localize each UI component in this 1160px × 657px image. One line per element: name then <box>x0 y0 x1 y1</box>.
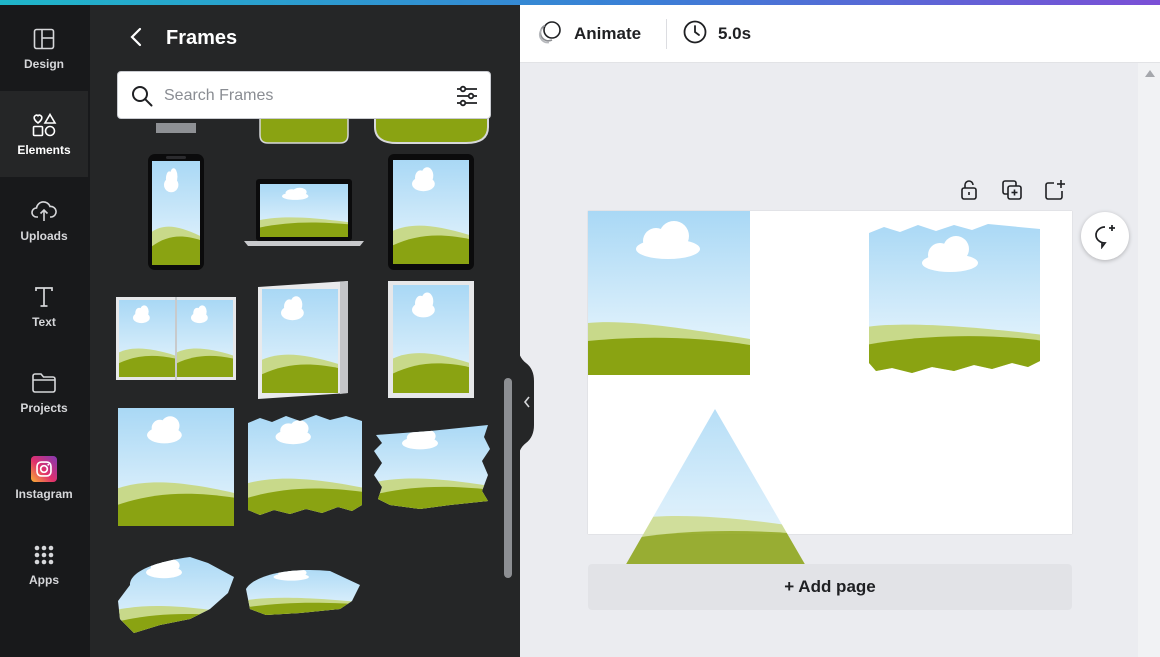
rail-item-label: Elements <box>17 142 71 157</box>
rail-item-elements[interactable]: Elements <box>0 91 88 177</box>
scroll-up-arrow-icon[interactable] <box>1145 70 1155 77</box>
panel-scrollbar[interactable] <box>504 378 512 578</box>
rail-item-uploads[interactable]: Uploads <box>0 177 88 263</box>
animate-label: Animate <box>574 24 642 43</box>
search-input[interactable] <box>164 83 444 109</box>
search-icon <box>131 85 153 112</box>
duration-label: 5.0s <box>718 24 752 43</box>
frame-laptop[interactable] <box>244 179 364 246</box>
duration-button[interactable]: 5.0s <box>682 19 751 49</box>
frame-tall-book[interactable] <box>388 281 474 398</box>
rail-item-instagram[interactable]: Instagram <box>0 435 88 521</box>
folder-icon <box>31 370 57 396</box>
frame-open-book[interactable] <box>116 297 236 380</box>
layout-icon <box>31 26 57 52</box>
placed-frame-triangle[interactable] <box>618 407 814 575</box>
rail-item-label: Text <box>32 314 56 329</box>
editor-toolbar: Animate 5.0s <box>520 5 1160 63</box>
animate-icon <box>538 20 564 49</box>
apps-grid-icon <box>31 542 57 568</box>
rail-item-text[interactable]: Text <box>0 263 88 349</box>
placed-frame-rectangle[interactable] <box>588 211 750 375</box>
frame-phone[interactable] <box>148 154 204 270</box>
rail-item-projects[interactable]: Projects <box>0 349 88 435</box>
frame-square[interactable] <box>118 408 234 526</box>
shapes-icon <box>31 112 57 138</box>
frame-paint-splash[interactable] <box>116 553 236 637</box>
frame-rounded-partial[interactable] <box>259 114 349 144</box>
duplicate-icon <box>1002 180 1022 200</box>
frame-brush-swirl[interactable] <box>244 565 362 617</box>
add-page-icon <box>1045 180 1065 200</box>
side-rail: Design Elements Uploads Text Projects In… <box>0 5 90 657</box>
comment-plus-icon <box>1095 225 1115 249</box>
page-content <box>588 211 1044 573</box>
cloud-upload-icon <box>31 198 57 224</box>
frame-brush-stroke[interactable] <box>372 423 492 511</box>
rail-item-label: Projects <box>20 400 68 415</box>
lock-icon <box>961 180 977 200</box>
add-page-above-button[interactable] <box>1043 178 1067 202</box>
frame-tablet[interactable] <box>388 154 474 270</box>
rail-item-design[interactable]: Design <box>0 5 88 91</box>
rail-item-apps[interactable]: Apps <box>0 521 88 607</box>
clock-icon <box>682 19 708 50</box>
instagram-icon <box>31 455 57 482</box>
add-comment-button[interactable] <box>1081 212 1129 260</box>
text-icon <box>31 284 57 310</box>
rail-item-label: Instagram <box>15 486 73 501</box>
frame-monitor-partial[interactable] <box>156 123 196 133</box>
toolbar-divider <box>666 19 667 49</box>
design-page[interactable] <box>588 211 1072 573</box>
placed-frame-torn[interactable] <box>866 221 1044 376</box>
add-page-button[interactable]: + Add page <box>588 564 1072 610</box>
canvas-scrollbar[interactable] <box>1138 63 1160 657</box>
lock-page-button[interactable] <box>957 178 981 202</box>
frame-torn-paper[interactable] <box>246 413 364 517</box>
animate-button[interactable]: Animate <box>538 19 641 49</box>
rail-item-label: Apps <box>29 572 59 587</box>
frame-book-cover[interactable] <box>258 281 348 399</box>
search-bar <box>117 71 491 119</box>
duplicate-page-button[interactable] <box>1000 178 1024 202</box>
frames-panel: Frames <box>90 5 520 657</box>
rail-item-label: Design <box>23 56 64 71</box>
rail-item-label: Uploads <box>20 228 68 243</box>
filter-sliders-icon[interactable] <box>455 84 479 113</box>
frame-oval-partial[interactable] <box>374 114 489 144</box>
